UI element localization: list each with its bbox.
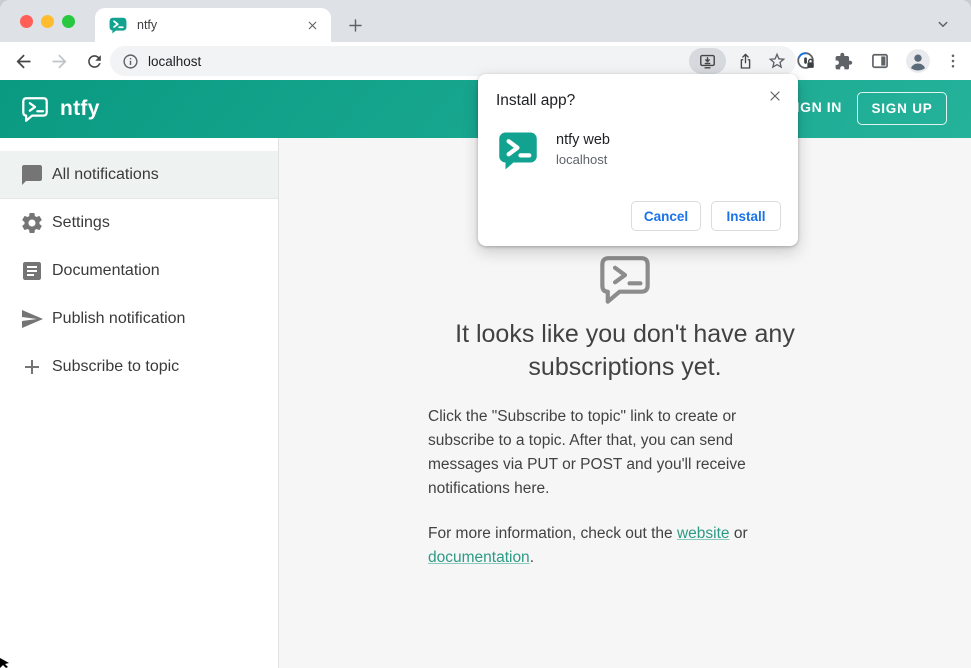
sidebar-navigation: All notifications Settings Documentation… bbox=[0, 138, 279, 668]
install-app-icon[interactable] bbox=[689, 48, 726, 74]
website-link[interactable]: website bbox=[677, 525, 730, 542]
page-info-icon[interactable] bbox=[122, 53, 139, 70]
sidebar-item-subscribe-to-topic[interactable]: Subscribe to topic bbox=[0, 343, 278, 391]
sign-up-button[interactable]: SIGN UP bbox=[857, 92, 947, 125]
sidebar-item-publish-notification[interactable]: Publish notification bbox=[0, 295, 278, 343]
bookmark-star-icon[interactable] bbox=[764, 48, 790, 74]
sidebar-item-label: Settings bbox=[52, 214, 110, 231]
back-icon[interactable] bbox=[10, 48, 36, 74]
dialog-app-origin: localhost bbox=[556, 152, 608, 167]
dialog-title: Install app? bbox=[496, 92, 576, 109]
sidebar-item-settings[interactable]: Settings bbox=[0, 199, 278, 247]
sidebar-item-all-notifications[interactable]: All notifications bbox=[0, 151, 278, 199]
paragraph-text: For more information, check out the bbox=[428, 525, 677, 542]
install-app-dialog: Install app? ntfy web localhost Cancel I… bbox=[478, 74, 798, 246]
close-icon[interactable] bbox=[764, 85, 786, 107]
forward-icon[interactable] bbox=[46, 48, 72, 74]
ntfy-logo-icon bbox=[20, 94, 50, 124]
empty-state: It looks like you don't have any subscri… bbox=[425, 250, 825, 570]
new-tab-plus-icon[interactable] bbox=[344, 14, 366, 36]
send-icon bbox=[20, 307, 44, 331]
close-window-button[interactable] bbox=[20, 15, 33, 28]
ntfy-terminal-icon bbox=[596, 250, 654, 308]
password-manager-icon[interactable] bbox=[793, 48, 819, 74]
ntfy-app-icon bbox=[498, 130, 538, 170]
share-icon[interactable] bbox=[732, 48, 758, 74]
paragraph-text: or bbox=[729, 525, 748, 542]
empty-state-paragraph: Click the "Subscribe to topic" link to c… bbox=[428, 408, 746, 497]
window-controls bbox=[20, 15, 75, 28]
brand-title: ntfy bbox=[60, 97, 100, 120]
minimize-window-button[interactable] bbox=[41, 15, 54, 28]
browser-tab-ntfy[interactable]: ntfy bbox=[95, 8, 331, 42]
browser-window: ntfy localhost ntfy SIGN IN SIGN UP All … bbox=[0, 0, 971, 668]
article-icon bbox=[20, 259, 44, 283]
sidebar-item-documentation[interactable]: Documentation bbox=[0, 247, 278, 295]
side-panel-icon[interactable] bbox=[867, 48, 893, 74]
tab-close-icon[interactable] bbox=[303, 16, 321, 34]
dialog-app-name: ntfy web bbox=[556, 132, 610, 148]
chat-bubble-icon bbox=[20, 163, 44, 187]
tab-strip: ntfy bbox=[0, 0, 971, 42]
empty-state-links-paragraph: For more information, check out the webs… bbox=[428, 522, 785, 570]
mouse-cursor bbox=[0, 658, 10, 668]
sidebar-item-label: Documentation bbox=[52, 262, 160, 279]
address-bar[interactable]: localhost bbox=[110, 46, 796, 76]
paragraph-text: . bbox=[529, 549, 534, 566]
menu-dots-icon[interactable] bbox=[943, 48, 963, 74]
plus-icon bbox=[20, 355, 44, 379]
sidebar-item-label: All notifications bbox=[52, 165, 159, 183]
documentation-link[interactable]: documentation bbox=[428, 549, 530, 566]
install-button[interactable]: Install bbox=[711, 201, 781, 231]
ntfy-favicon-icon bbox=[109, 16, 127, 34]
sidebar-item-label: Publish notification bbox=[52, 310, 186, 327]
sidebar-item-label: Subscribe to topic bbox=[52, 358, 180, 375]
empty-state-heading: It looks like you don't have any subscri… bbox=[455, 320, 795, 381]
zoom-window-button[interactable] bbox=[62, 15, 75, 28]
cancel-button[interactable]: Cancel bbox=[631, 201, 701, 231]
gear-icon bbox=[20, 211, 44, 235]
tab-search-chevron-icon[interactable] bbox=[933, 16, 953, 32]
profile-icon[interactable] bbox=[904, 47, 932, 75]
extensions-puzzle-icon[interactable] bbox=[830, 48, 856, 74]
tab-title: ntfy bbox=[137, 18, 158, 32]
url-text[interactable]: localhost bbox=[148, 54, 689, 69]
reload-icon[interactable] bbox=[81, 48, 107, 74]
